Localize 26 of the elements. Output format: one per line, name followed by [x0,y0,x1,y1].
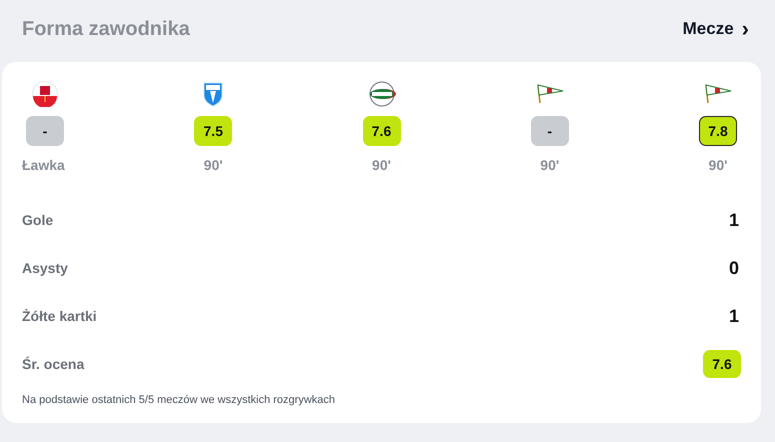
stat-value: 1 [728,208,740,232]
pennant-icon [534,83,565,105]
rating-badge: - [26,116,64,146]
round-crest-icon [366,80,396,108]
stat-label: Asysty [22,258,68,278]
rating-badge: 7.5 [194,116,232,146]
minutes-played: Ławka [22,156,65,175]
section-title: Forma zawodnika [22,17,190,42]
pennant-icon [703,83,733,105]
matches-link[interactable]: Mecze › [682,16,749,42]
stat-label: Żółte kartki [22,306,97,326]
crest-icon [32,81,58,107]
stat-label: Gole [22,210,54,230]
stat-label: Śr. ocena [22,354,84,374]
average-rating-badge: 7.6 [703,350,741,378]
minutes-played: 90' [372,156,391,175]
stat-value: 1 [728,304,740,328]
footnote: Na podstawie ostatnich 5/5 meczów we wszystkich rozgrywkach [22,393,336,408]
rating-badge: - [530,116,569,146]
minutes-played: 90' [708,156,728,175]
stat-value: 0 [728,256,740,280]
shield-crest-icon [202,81,224,107]
minutes-played: 90' [204,156,223,175]
rating-badge: 7.6 [362,116,400,146]
rating-badge: 7.8 [699,116,737,146]
minutes-played: 90' [540,156,560,175]
